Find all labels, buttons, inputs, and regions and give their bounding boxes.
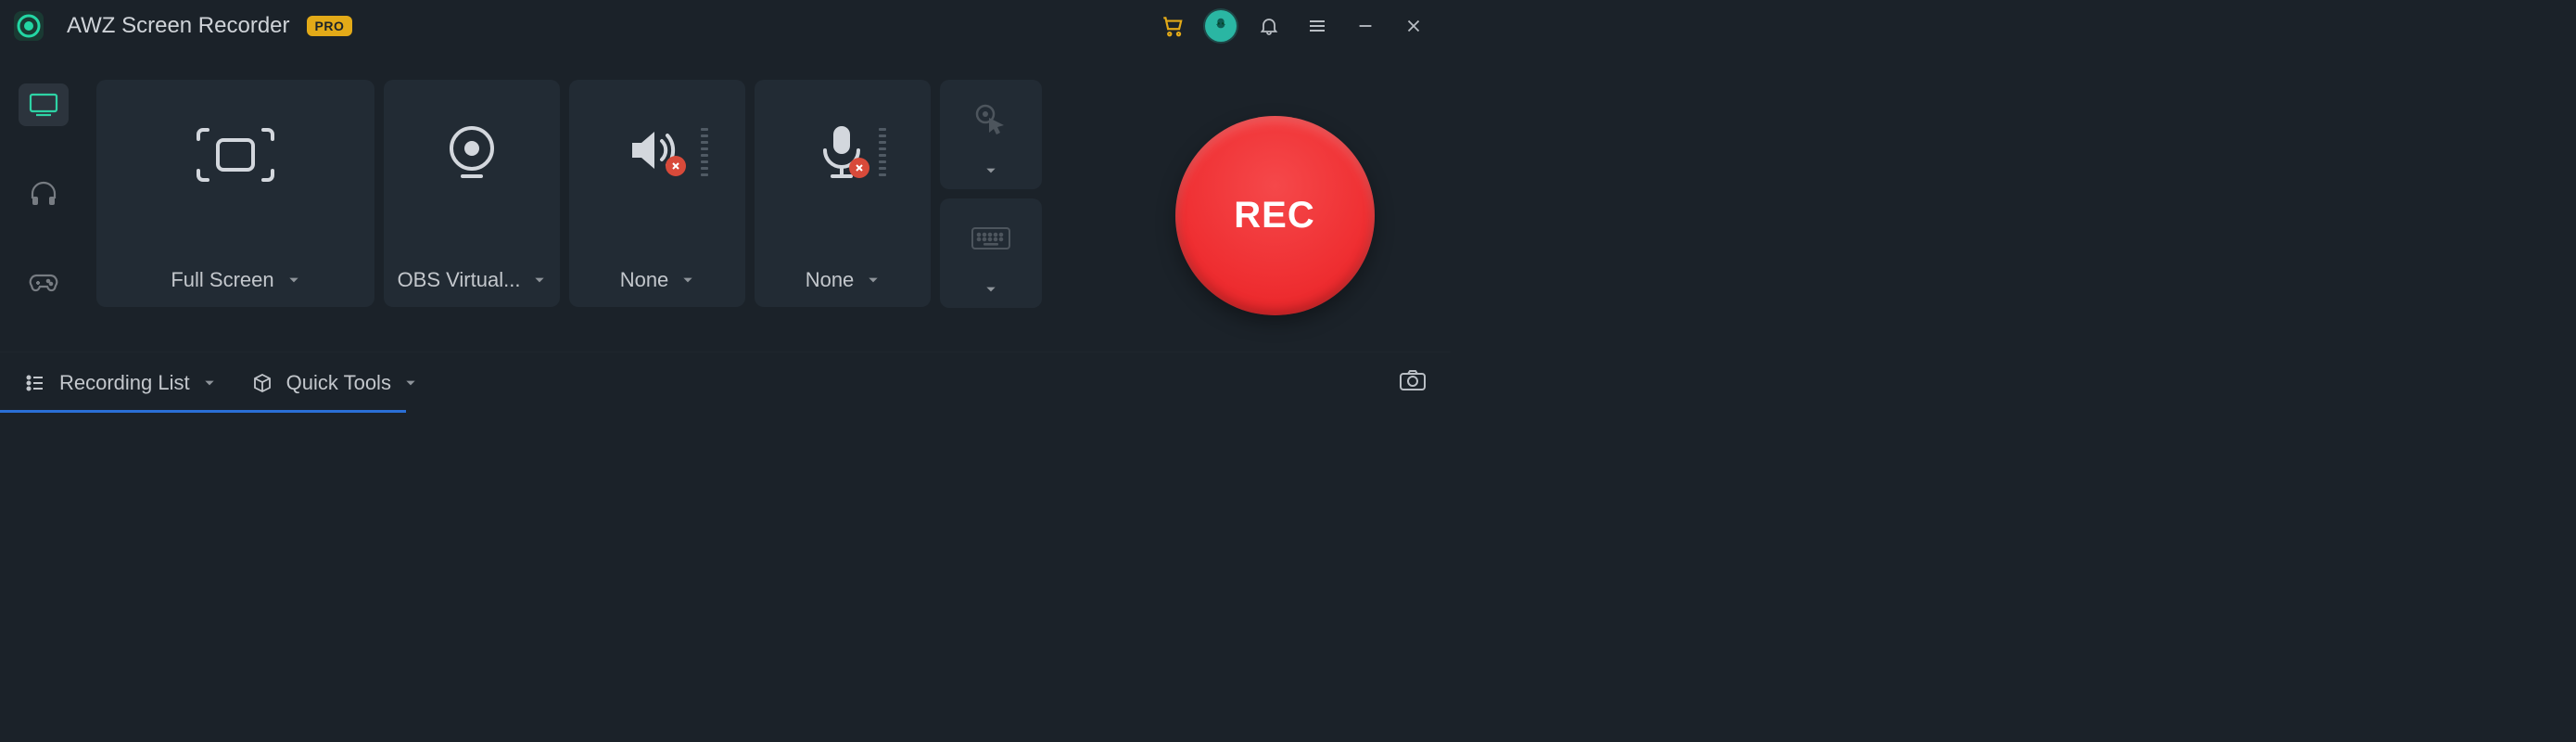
bottombar: Recording List Quick Tools: [0, 352, 1451, 413]
tile-cursor[interactable]: [940, 80, 1042, 189]
close-button[interactable]: [1390, 2, 1438, 50]
quick-tools-button[interactable]: Quick Tools: [251, 371, 417, 395]
close-icon: [1403, 16, 1424, 36]
app-window: AWZ Screen Recorder PRO: [0, 0, 1451, 413]
region-dropdown[interactable]: Full Screen: [96, 253, 374, 307]
titlebar: AWZ Screen Recorder PRO: [0, 0, 1451, 52]
monitor-icon: [29, 92, 58, 118]
muted-badge: [849, 158, 869, 178]
app-logo: [13, 10, 44, 42]
main-area: Full Screen OBS Virtual...: [0, 52, 1451, 352]
headphones-icon: [29, 180, 58, 208]
sidetab-game[interactable]: [19, 262, 69, 304]
keyboard-icon: [971, 224, 1011, 252]
webcam-label: OBS Virtual...: [398, 268, 521, 292]
cursor-dropdown[interactable]: [984, 160, 997, 182]
mic-label: None: [806, 268, 855, 292]
minimize-icon: [1355, 16, 1376, 36]
camera-icon: [1399, 368, 1427, 392]
sidetab-screen[interactable]: [19, 83, 69, 126]
tile-keyboard[interactable]: [940, 198, 1042, 308]
chevron-down-icon: [681, 274, 694, 287]
tiles-row: Full Screen OBS Virtual...: [96, 80, 1126, 352]
recording-list-label: Recording List: [59, 371, 190, 395]
cart-button[interactable]: [1148, 2, 1197, 50]
tile-mic[interactable]: None: [755, 80, 931, 307]
account-button[interactable]: [1197, 2, 1245, 50]
vu-meter: [701, 128, 708, 176]
webcam-icon: [442, 122, 501, 187]
tile-region[interactable]: Full Screen: [96, 80, 374, 307]
region-label: Full Screen: [171, 268, 273, 292]
chevron-down-icon: [287, 274, 300, 287]
region-select-icon: [194, 122, 277, 187]
app-title: AWZ Screen Recorder: [67, 13, 290, 39]
record-label: REC: [1234, 195, 1314, 237]
chevron-down-icon: [404, 377, 417, 390]
record-button[interactable]: REC: [1175, 116, 1375, 315]
keyboard-dropdown[interactable]: [984, 278, 997, 301]
vu-meter: [879, 128, 886, 176]
notifications-button[interactable]: [1245, 2, 1293, 50]
chevron-down-icon: [984, 283, 997, 296]
cube-icon: [251, 372, 273, 394]
screenshot-button[interactable]: [1399, 368, 1427, 397]
hamburger-icon: [1306, 15, 1328, 37]
gamepad-icon: [28, 271, 59, 295]
tile-speaker[interactable]: None: [569, 80, 745, 307]
speaker-dropdown[interactable]: None: [569, 253, 745, 307]
menu-button[interactable]: [1293, 2, 1341, 50]
rec-wrap: REC: [1154, 80, 1395, 352]
cart-icon: [1161, 14, 1185, 38]
chevron-down-icon: [867, 274, 880, 287]
pro-badge: PRO: [307, 16, 353, 36]
mic-dropdown[interactable]: None: [755, 253, 931, 307]
tile-webcam[interactable]: OBS Virtual...: [384, 80, 560, 307]
chevron-down-icon: [203, 377, 216, 390]
sidetab-audio[interactable]: [19, 173, 69, 215]
speaker-label: None: [620, 268, 669, 292]
small-tile-column: [940, 80, 1042, 352]
progress-indicator: [0, 410, 406, 413]
sidetabs: [19, 80, 69, 352]
webcam-dropdown[interactable]: OBS Virtual...: [384, 253, 560, 307]
chevron-down-icon: [984, 164, 997, 177]
recording-list-button[interactable]: Recording List: [24, 371, 216, 395]
list-icon: [24, 372, 46, 394]
avatar: [1205, 10, 1237, 42]
bell-icon: [1258, 15, 1280, 37]
muted-badge: [666, 156, 686, 176]
quick-tools-label: Quick Tools: [286, 371, 391, 395]
chevron-down-icon: [533, 274, 546, 287]
minimize-button[interactable]: [1341, 2, 1390, 50]
cursor-click-icon: [972, 101, 1009, 138]
